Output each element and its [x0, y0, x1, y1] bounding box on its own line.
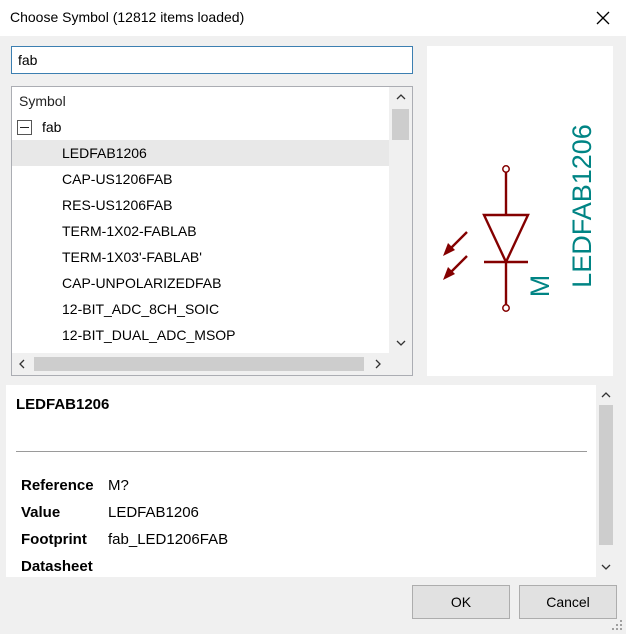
field-footprint: Footprint fab_LED1206FAB: [21, 531, 228, 548]
tree-item-label: RES-US1206FAB: [62, 197, 173, 213]
tree-item-fab[interactable]: fab: [12, 114, 390, 140]
field-label: Reference: [21, 477, 94, 494]
tree-item-label: 12-BIT_DUAL_ADC_MSOP: [62, 327, 236, 343]
scroll-corner: [389, 353, 412, 375]
symbol-tree[interactable]: Symbol fab LEDFAB1206 CAP-US1206FAB RES-…: [11, 86, 413, 376]
field-label: Datasheet: [21, 558, 93, 575]
tree-item-label: CAP-US1206FAB: [62, 171, 173, 187]
info-vertical-scrollbar[interactable]: [596, 385, 616, 577]
scroll-right-button[interactable]: [368, 353, 388, 375]
close-icon: [596, 11, 610, 25]
scroll-down-button[interactable]: [389, 333, 412, 353]
symbol-preview: LEDFAB1206 M: [427, 46, 613, 376]
tree-item-label: LEDFAB1206: [62, 145, 147, 161]
tree-horizontal-scrollbar[interactable]: [12, 353, 412, 375]
tree-item[interactable]: TERM-1X03'-FABLAB': [12, 244, 390, 270]
tree-item-label: TERM-1X03'-FABLAB': [62, 249, 202, 265]
tree-item-selected[interactable]: LEDFAB1206: [12, 140, 390, 166]
field-reference: Reference M?: [21, 477, 129, 494]
tree-item[interactable]: CAP-UNPOLARIZEDFAB: [12, 270, 390, 296]
preview-reference-label: M: [525, 275, 555, 298]
chevron-down-icon: [396, 340, 405, 346]
tree-item-label: 12-BIT_ADC_8CH_SOIC: [62, 301, 220, 317]
field-label: Value: [21, 504, 61, 521]
collapse-icon[interactable]: [17, 120, 32, 135]
scroll-up-button[interactable]: [596, 385, 616, 405]
cancel-button[interactable]: Cancel: [519, 585, 617, 619]
symbol-info-panel: LEDFAB1206 Reference M? Value LEDFAB1206 F…: [6, 385, 616, 577]
divider: [16, 451, 587, 452]
chevron-up-icon: [396, 94, 405, 100]
field-value: M?: [108, 477, 129, 494]
tree-item[interactable]: 12-BIT_DUAL_ADC_MSOP: [12, 322, 390, 348]
field-value: fab_LED1206FAB: [108, 531, 229, 548]
preview-value-label: LEDFAB1206: [567, 124, 597, 288]
tree-vertical-scrollbar[interactable]: [389, 87, 412, 353]
tree-item-label: fab: [42, 119, 62, 135]
scroll-left-button[interactable]: [12, 353, 32, 375]
scroll-up-button[interactable]: [389, 87, 412, 107]
field-datasheet: Datasheet: [21, 558, 108, 575]
tree-item-label: TERM-1X02-FABLAB: [62, 223, 197, 239]
tree-rows: fab LEDFAB1206 CAP-US1206FAB RES-US1206F…: [12, 114, 390, 348]
tree-item-label: CAP-UNPOLARIZEDFAB: [62, 275, 222, 291]
scroll-thumb[interactable]: [392, 109, 409, 140]
chevron-up-icon: [601, 392, 611, 398]
close-button[interactable]: [580, 0, 626, 36]
led-symbol-icon: LEDFAB1206 M: [443, 124, 597, 312]
chevron-down-icon: [601, 564, 611, 570]
resize-grip-icon[interactable]: [611, 619, 623, 631]
window-title: Choose Symbol (12812 items loaded): [10, 9, 245, 25]
scroll-down-button[interactable]: [596, 557, 616, 577]
ok-button[interactable]: OK: [412, 585, 510, 619]
field-value: Value LEDFAB1206: [21, 504, 199, 521]
tree-column-header: Symbol: [19, 93, 66, 109]
chevron-left-icon: [19, 359, 25, 369]
info-symbol-name: LEDFAB1206: [16, 396, 110, 413]
scroll-thumb[interactable]: [599, 405, 613, 545]
tree-item[interactable]: RES-US1206FAB: [12, 192, 390, 218]
chevron-right-icon: [375, 359, 381, 369]
tree-item[interactable]: 12-BIT_ADC_8CH_SOIC: [12, 296, 390, 322]
title-bar: Choose Symbol (12812 items loaded): [0, 0, 626, 36]
search-input[interactable]: [11, 46, 413, 74]
field-label: Footprint: [21, 531, 87, 548]
hscroll-thumb[interactable]: [34, 357, 364, 371]
field-value: LEDFAB1206: [108, 504, 199, 521]
tree-item[interactable]: CAP-US1206FAB: [12, 166, 390, 192]
tree-item[interactable]: TERM-1X02-FABLAB: [12, 218, 390, 244]
